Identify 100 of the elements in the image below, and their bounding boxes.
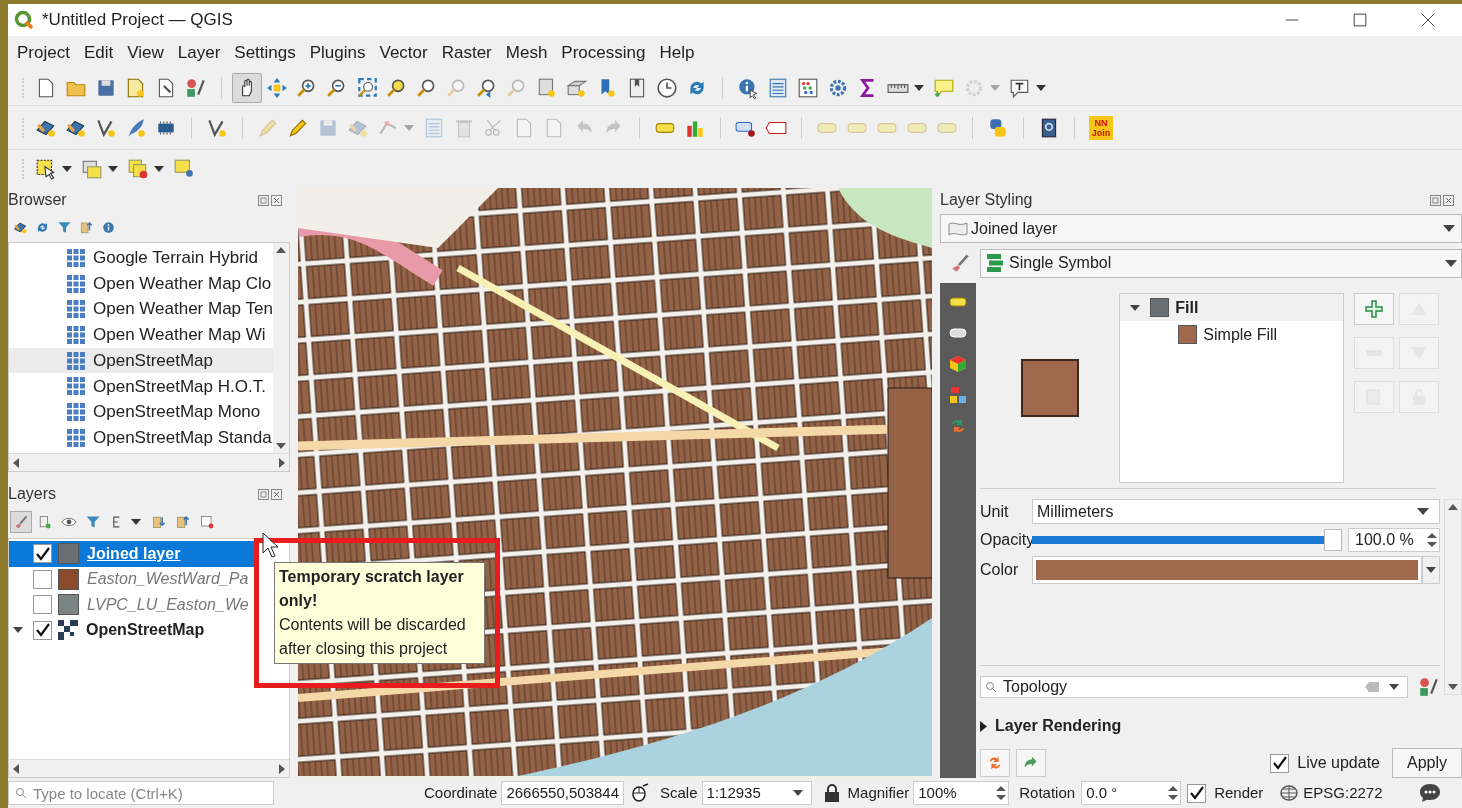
browser-item[interactable]: OpenStreetMap (9, 347, 273, 374)
menu-item[interactable]: View (120, 39, 171, 67)
search-icon (985, 681, 997, 693)
style-icon[interactable] (1418, 676, 1440, 698)
scroll-right-icon[interactable] (279, 457, 285, 468)
search-icon (15, 787, 27, 799)
spin-arrows-icon (1168, 785, 1179, 801)
checkbox[interactable] (33, 544, 52, 564)
menu-item[interactable]: Layer (170, 39, 228, 67)
expand-arrow-icon[interactable] (13, 627, 23, 634)
paintbrush-icon[interactable] (10, 511, 32, 533)
checkbox[interactable] (33, 620, 52, 640)
panel-title: Layers (8, 484, 57, 504)
crs-button[interactable]: EPSG:2272 (1303, 781, 1383, 805)
menu-item[interactable]: Edit (76, 39, 121, 67)
messages-icon[interactable] (1418, 782, 1442, 804)
status-label: Magnifier (847, 782, 910, 803)
plus-icon[interactable] (1354, 293, 1395, 325)
layer-name[interactable]: OpenStreetMap (86, 618, 205, 643)
menu-item[interactable]: Help (652, 39, 702, 67)
vertical-scrollbar[interactable] (1444, 499, 1462, 695)
layer-name[interactable]: Easton_WestWard_Pa (87, 567, 249, 592)
tile-grid-icon (66, 376, 86, 397)
dropdown-caret-icon (1443, 225, 1455, 232)
scroll-down-icon[interactable] (275, 443, 286, 449)
browser-item[interactable]: OpenStreetMap Standa (9, 424, 273, 451)
menu-item[interactable]: Plugins (302, 39, 373, 67)
locator-field[interactable]: Type to locate (Ctrl+K) (8, 781, 274, 805)
slider-handle[interactable] (1324, 529, 1342, 551)
layer-row[interactable]: Easton_WestWard_Pa (9, 566, 259, 592)
browser-item[interactable]: Open Weather Map Wi (9, 322, 273, 348)
scroll-left-icon[interactable] (13, 457, 19, 468)
dropdown-caret-icon[interactable] (1389, 684, 1399, 690)
coordinate-field[interactable]: 2666550,503844 (501, 781, 624, 805)
browser-item[interactable]: Google Terrain Hybrid (9, 245, 273, 271)
menu-item[interactable]: Settings (227, 39, 303, 67)
symbol-layer-name[interactable]: Simple Fill (1203, 322, 1278, 347)
opacity-spinbox[interactable]: 100.0 % (1348, 528, 1440, 552)
search-field[interactable]: Topology (980, 676, 1408, 698)
scroll-left-icon[interactable] (13, 763, 19, 774)
unit-combobox[interactable]: Millimeters (1032, 499, 1440, 524)
menu-item[interactable]: Mesh (498, 39, 555, 67)
close-icon[interactable] (271, 194, 282, 206)
menu-item[interactable]: Project (10, 39, 77, 67)
magnifier-spinbox[interactable]: 100% (913, 781, 1010, 805)
menu-item[interactable]: Vector (372, 39, 435, 67)
renderer-combobox[interactable]: Single Symbol (980, 248, 1462, 278)
checkbox-label: Live update (1297, 753, 1380, 773)
dropdown-caret-icon[interactable] (1422, 556, 1440, 584)
scale-combobox[interactable]: 1:12935 (701, 781, 812, 805)
browser-item[interactable]: Open Weather Map Clo (9, 270, 273, 297)
field-label: Opacity (980, 530, 1032, 550)
vertical-scrollbar[interactable] (272, 243, 289, 453)
close-icon[interactable] (1443, 194, 1454, 206)
section-header[interactable]: Layer Rendering (980, 714, 1462, 738)
float-icon[interactable] (1430, 194, 1441, 206)
apply-button[interactable]: Apply (1392, 748, 1462, 778)
layer-name[interactable]: Joined layer (87, 541, 181, 566)
tile-grid-icon (66, 350, 86, 371)
browser-item[interactable]: OpenStreetMap H.O.T. (9, 373, 273, 400)
redo-icon[interactable] (1016, 749, 1046, 777)
horizontal-scrollbar[interactable] (9, 453, 289, 471)
raster-icon (58, 620, 78, 641)
globe-icon[interactable] (1279, 784, 1300, 802)
qgis-logo-icon (14, 10, 34, 30)
close-icon[interactable] (271, 488, 282, 500)
layer-row[interactable]: LVPC_LU_Easton_We (9, 592, 259, 618)
rotation-spinbox[interactable]: 0.0 ° (1081, 781, 1182, 805)
layer-name[interactable]: LVPC_LU_Easton_We (87, 592, 249, 617)
mouse-icon[interactable] (630, 783, 650, 803)
opacity-slider[interactable] (1032, 528, 1342, 552)
tooltip-title: Temporary scratch layer only! (279, 567, 465, 611)
menu-item[interactable]: Processing (554, 39, 653, 67)
checkbox-label: Render (1214, 782, 1264, 803)
dropdown-caret-icon (792, 790, 803, 796)
hand-icon[interactable] (232, 72, 262, 103)
checkbox[interactable] (1270, 753, 1290, 773)
expand-arrow-icon[interactable] (1130, 304, 1141, 311)
tile-grid-icon (66, 273, 86, 294)
checkbox[interactable] (33, 595, 52, 615)
padlock-icon[interactable] (823, 783, 840, 803)
float-icon[interactable] (258, 194, 269, 206)
browser-item[interactable]: Open Weather Map Ten (9, 296, 273, 323)
dropdown-caret-icon (1417, 508, 1429, 515)
float-icon[interactable] (258, 488, 269, 500)
symbol-layer-name[interactable]: Fill (1175, 295, 1199, 320)
layer-row[interactable]: OpenStreetMap (9, 617, 259, 643)
scroll-right-icon[interactable] (279, 763, 285, 774)
menu-item[interactable]: Raster (434, 39, 499, 67)
undo-icon[interactable] (980, 749, 1010, 777)
browser-item[interactable]: OpenStreetMap Mono (9, 399, 273, 425)
layer-combobox[interactable]: Joined layer (940, 214, 1462, 243)
checkbox[interactable] (33, 569, 52, 589)
scroll-up-icon[interactable] (1448, 504, 1458, 510)
dropdown-caret-icon (1445, 259, 1457, 267)
field-label: Unit (980, 501, 1010, 522)
scroll-down-icon[interactable] (1448, 684, 1458, 690)
scroll-up-icon[interactable] (275, 247, 286, 253)
horizontal-scrollbar[interactable] (9, 759, 289, 777)
checkbox[interactable] (1187, 783, 1207, 803)
